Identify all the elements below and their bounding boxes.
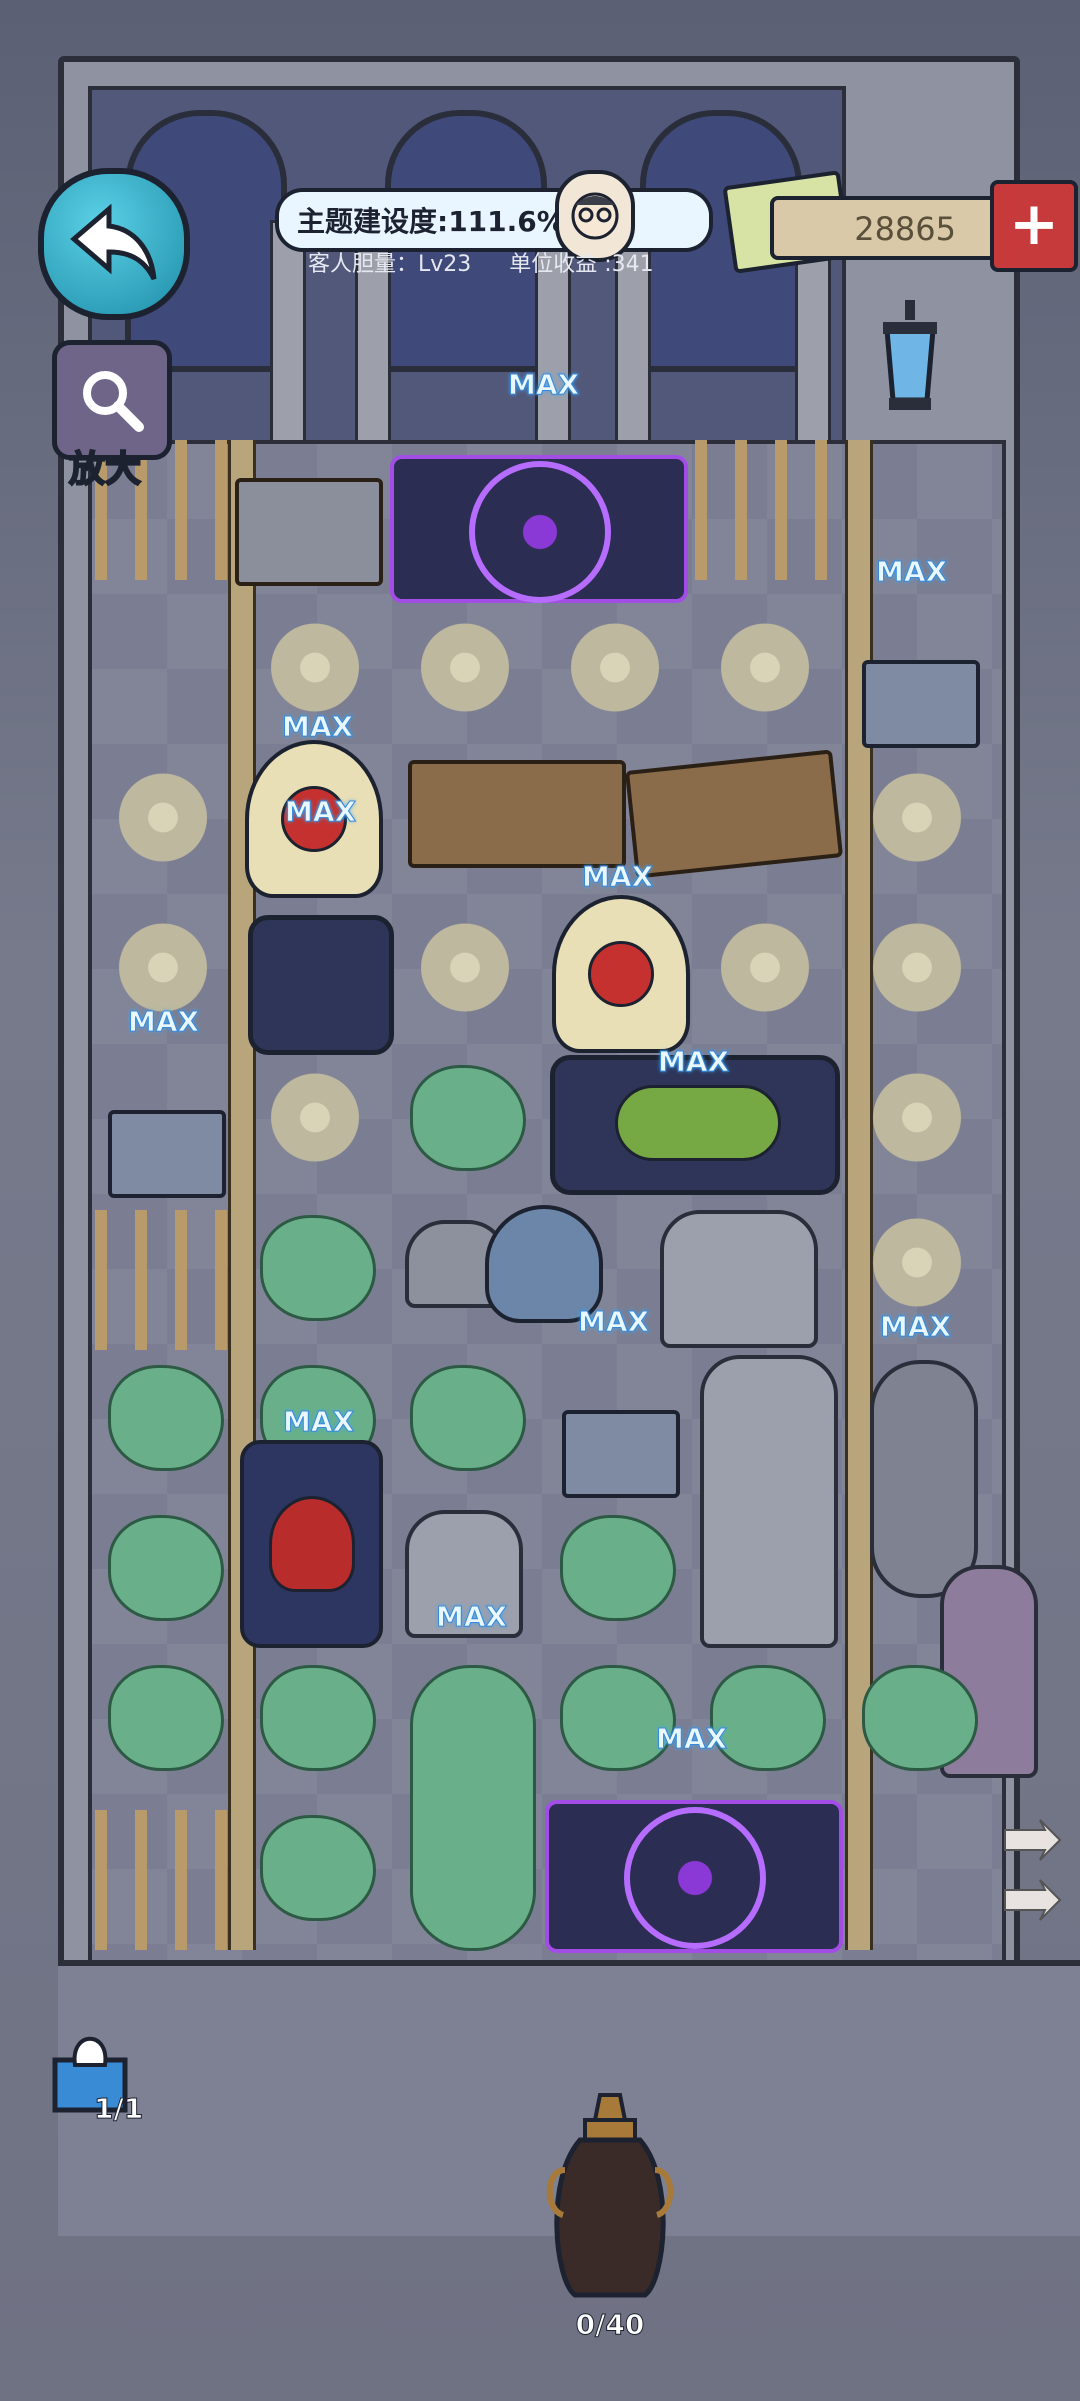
iron-fence[interactable] bbox=[95, 1210, 235, 1350]
spider-web-tile[interactable] bbox=[108, 770, 218, 865]
green-slime-tile[interactable] bbox=[560, 1665, 676, 1771]
max-label: MAX bbox=[127, 1005, 200, 1039]
altar-table[interactable] bbox=[235, 478, 383, 586]
plus-icon: + bbox=[1008, 189, 1060, 259]
unit-income-text: 单位收益 :341 bbox=[509, 252, 654, 277]
summoning-circle[interactable] bbox=[545, 1800, 843, 1953]
broken-statue[interactable] bbox=[660, 1210, 818, 1348]
spider-web-tile[interactable] bbox=[862, 1215, 972, 1310]
max-label: MAX bbox=[577, 1305, 650, 1339]
max-label: MAX bbox=[282, 1405, 355, 1439]
bloody-painting[interactable] bbox=[108, 1110, 226, 1198]
money-amount: 28865 bbox=[854, 210, 956, 248]
magic-circle-icon bbox=[624, 1807, 766, 1949]
carpet-rail bbox=[228, 440, 256, 1950]
green-slime-tile[interactable] bbox=[710, 1665, 826, 1771]
lantern-icon bbox=[883, 300, 937, 410]
spider-web-tile[interactable] bbox=[260, 620, 370, 715]
money-display: 28865 bbox=[770, 196, 1008, 260]
cultist-character[interactable] bbox=[240, 1440, 383, 1648]
zoom-label: 放大 bbox=[68, 448, 142, 491]
stone-monolith[interactable] bbox=[870, 1360, 978, 1598]
slime-blob-monster[interactable] bbox=[410, 1665, 536, 1951]
spider-web-tile[interactable] bbox=[410, 920, 520, 1015]
spider-web-tile[interactable] bbox=[410, 620, 520, 715]
broken-bench[interactable] bbox=[624, 749, 844, 879]
max-label: MAX bbox=[435, 1600, 508, 1634]
magic-circle-icon bbox=[469, 461, 611, 603]
theme-progress-bar: 主题建设度:111.6% bbox=[275, 188, 713, 252]
cthulhu-statue[interactable] bbox=[700, 1355, 838, 1648]
ghost-count: 1/1 bbox=[93, 2092, 144, 2126]
exit-arrows-icon[interactable] bbox=[995, 1810, 1065, 1950]
max-label: MAX bbox=[875, 555, 948, 589]
magnifier-icon bbox=[83, 371, 144, 432]
spider-web-tile[interactable] bbox=[862, 1070, 972, 1165]
spider-web-tile[interactable] bbox=[560, 620, 670, 715]
guest-courage-text: 客人胆量：Lv23 bbox=[308, 252, 472, 277]
stats-row: 客人胆量：Lv23 单位收益 :341 bbox=[308, 246, 654, 278]
green-slime-tile[interactable] bbox=[108, 1515, 224, 1621]
max-label: MAX bbox=[507, 368, 580, 402]
back-arrow-icon bbox=[70, 204, 157, 281]
spider-web-tile[interactable] bbox=[260, 1070, 370, 1165]
max-label: MAX bbox=[657, 1045, 730, 1079]
glasses-face-icon bbox=[571, 192, 619, 240]
add-money-button[interactable]: + bbox=[990, 180, 1078, 272]
bloody-painting[interactable] bbox=[562, 1410, 680, 1498]
max-label: MAX bbox=[281, 710, 354, 744]
theme-progress-label: 主题建设度:111.6% bbox=[297, 205, 565, 238]
green-slime-tile[interactable] bbox=[108, 1365, 224, 1471]
green-slime-tile[interactable] bbox=[108, 1665, 224, 1771]
floor-hole[interactable] bbox=[248, 915, 394, 1055]
slime-zombie-icon bbox=[615, 1085, 781, 1161]
spider-web-tile[interactable] bbox=[710, 920, 820, 1015]
stone-pillar bbox=[270, 220, 306, 456]
summoning-circle[interactable] bbox=[390, 455, 688, 603]
spider-web-tile[interactable] bbox=[108, 920, 218, 1015]
spider-web-tile[interactable] bbox=[862, 770, 972, 865]
green-slime-tile[interactable] bbox=[260, 1665, 376, 1771]
spider-ghost-monster[interactable] bbox=[552, 895, 690, 1053]
spider-web-tile[interactable] bbox=[862, 920, 972, 1015]
green-slime-tile[interactable] bbox=[862, 1665, 978, 1771]
urn-count: 0/40 bbox=[575, 2308, 645, 2342]
urn-icon[interactable] bbox=[545, 2090, 675, 2320]
green-slime-tile[interactable] bbox=[410, 1365, 526, 1471]
spider-web-tile[interactable] bbox=[710, 620, 820, 715]
green-slime-tile[interactable] bbox=[260, 1215, 376, 1321]
max-label: MAX bbox=[879, 1310, 952, 1344]
bloody-painting[interactable] bbox=[862, 660, 980, 748]
broken-bench[interactable] bbox=[408, 760, 626, 868]
green-slime-tile[interactable] bbox=[260, 1815, 376, 1921]
back-button[interactable] bbox=[38, 168, 190, 320]
max-label: MAX bbox=[581, 860, 654, 894]
max-label: MAX bbox=[655, 1722, 728, 1756]
max-label: MAX bbox=[284, 795, 357, 829]
green-slime-tile[interactable] bbox=[560, 1515, 676, 1621]
iron-fence[interactable] bbox=[695, 440, 835, 580]
green-slime-tile[interactable] bbox=[410, 1065, 526, 1171]
iron-fence[interactable] bbox=[95, 1810, 235, 1950]
